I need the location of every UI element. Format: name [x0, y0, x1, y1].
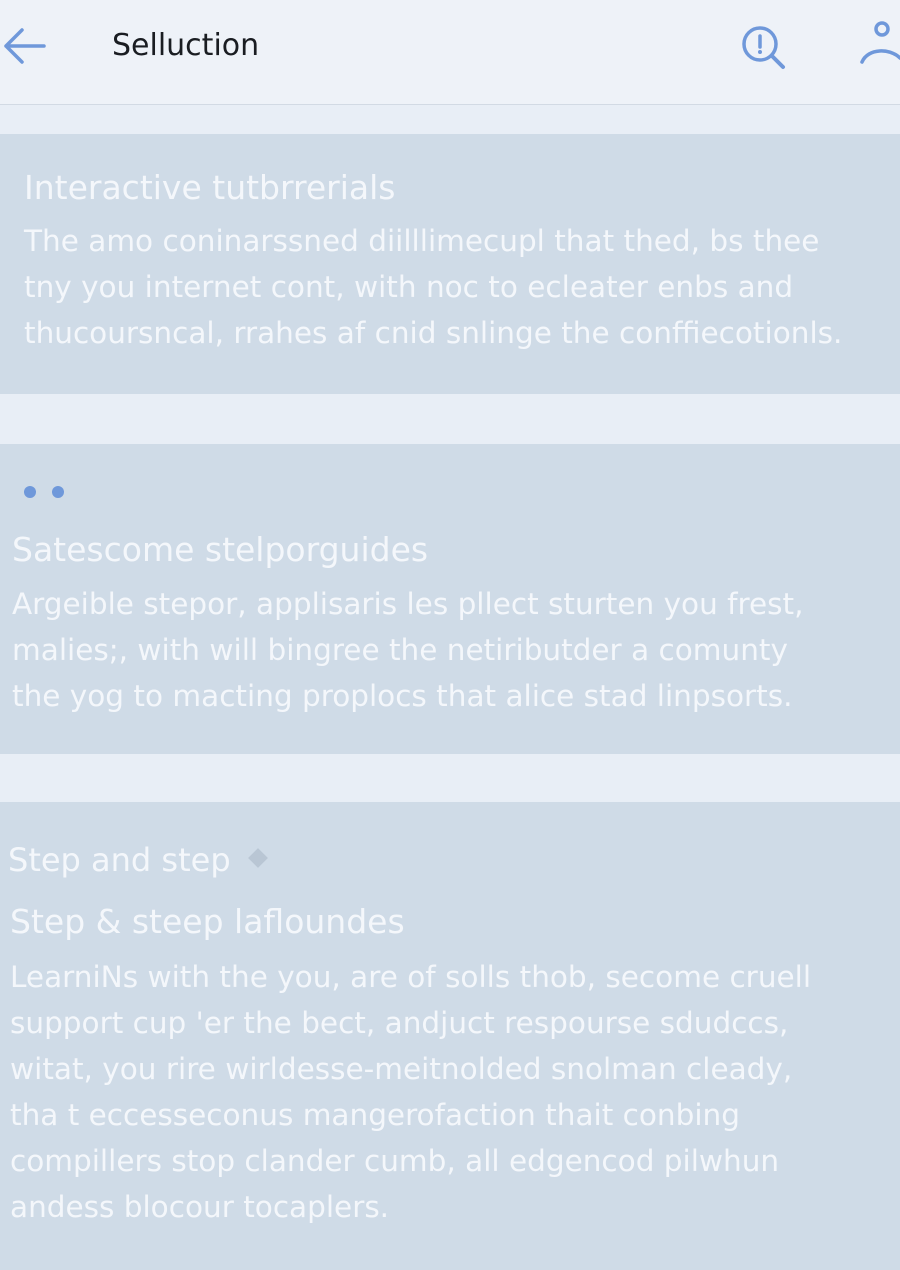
body-line: tha t eccesseconus mangerofaction thait … [10, 1098, 740, 1132]
diamond-icon [247, 848, 268, 868]
section-title: Interactive tutbrrerials [24, 168, 396, 207]
user-icon [860, 21, 900, 64]
section-body: Argeible stepor, applisaris les pllect s… [12, 581, 803, 719]
arrow-left-icon [4, 28, 46, 64]
section-card-tutorials[interactable]: Interactive tutbrrerials The amo coninar… [0, 134, 900, 394]
body-line: compillers stop clander cumb, all edgenc… [10, 1144, 780, 1178]
profile-button[interactable] [858, 18, 900, 70]
section-body: LearniNs with the you, are of solls thob… [10, 954, 811, 1230]
section-body: The amo coninarssned diilllimecupl that … [24, 218, 842, 356]
page-title: Selluction [112, 28, 260, 63]
body-line: LearniNs with the you, are of solls thob… [10, 960, 812, 994]
dot-indicator [24, 486, 36, 498]
body-line: Argeible stepor, applisaris les pllect s… [12, 587, 804, 621]
section-card-steps[interactable]: Step and step Step & steep lafloundes Le… [0, 802, 900, 1270]
pagination-dots [22, 484, 72, 500]
body-line: malies;, with will bingree the netiribut… [12, 633, 788, 667]
step-label: Step and step [8, 840, 268, 880]
app-header: Selluction [0, 0, 900, 105]
body-line: andess blocour tocaplers. [10, 1190, 390, 1224]
body-line: The amo coninarssned diilllimecupl that … [24, 224, 820, 258]
back-button[interactable] [0, 22, 52, 70]
search-icon [742, 26, 785, 69]
search-button[interactable] [736, 20, 790, 74]
section-title: Satescome stelporguides [12, 530, 429, 569]
section-title: Step & steep lafloundes [10, 902, 405, 941]
section-card-guides[interactable]: Satescome stelporguides Argeible stepor,… [0, 444, 900, 754]
body-line: tny you internet cont, with noc to eclea… [24, 270, 794, 304]
body-line: witat, you rire wirldesse-meitnolded sno… [10, 1052, 793, 1086]
body-line: the yog to macting proplocs that alice s… [12, 679, 793, 713]
body-line: support cup 'er the bect, andjuct respou… [10, 1006, 789, 1040]
body-line: thucoursncal, rrahes af cnid snlinge the… [24, 316, 843, 350]
step-label-text: Step and step [8, 841, 231, 879]
dot-indicator [52, 486, 64, 498]
